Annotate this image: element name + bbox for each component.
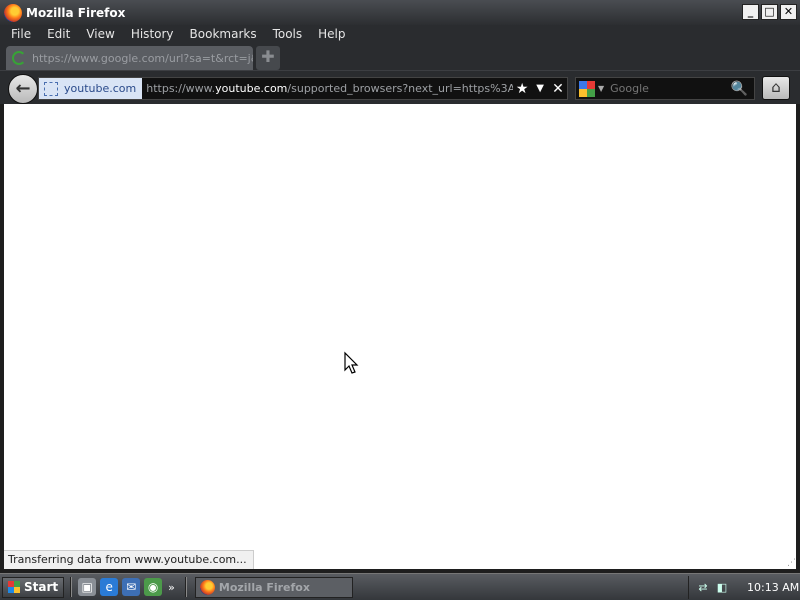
url-input[interactable]: https://www.youtube.com/supported_browse… <box>142 82 513 95</box>
start-button[interactable]: Start <box>2 576 65 598</box>
window-controls: _ □ ✕ <box>742 4 797 20</box>
title-bar[interactable]: Mozilla Firefox _ □ ✕ <box>0 0 800 25</box>
identity-label: youtube.com <box>64 82 137 95</box>
network-icon[interactable]: ⇄ <box>695 581 711 595</box>
navigation-bar: youtube.com https://www.youtube.com/supp… <box>0 70 800 104</box>
taskbar-separator <box>70 577 73 597</box>
quicklaunch-more-button[interactable]: » <box>168 581 175 594</box>
firefox-icon <box>199 579 215 595</box>
taskbar-separator <box>184 577 187 597</box>
status-bar: Transferring data from www.youtube.com..… <box>4 550 254 569</box>
search-bar[interactable]: ▼ 🔍 <box>575 77 755 100</box>
menu-edit[interactable]: Edit <box>39 27 78 41</box>
internet-explorer-icon[interactable]: e <box>100 578 119 596</box>
menu-bar: File Edit View History Bookmarks Tools H… <box>0 25 800 42</box>
back-arrow-icon: ← <box>15 78 31 99</box>
search-input[interactable] <box>610 82 731 95</box>
show-desktop-icon[interactable]: ▣ <box>78 578 97 596</box>
star-icon[interactable]: ★ <box>513 81 531 97</box>
window-title: Mozilla Firefox <box>26 5 126 20</box>
page-content[interactable] <box>4 104 796 569</box>
maximize-button[interactable]: □ <box>761 4 778 20</box>
site-identity-icon <box>44 81 58 96</box>
windows-logo-icon <box>8 581 20 593</box>
tab-title: https://www.google.com/url?sa=t&rct=j&q <box>32 51 253 65</box>
back-button[interactable]: ← <box>8 74 38 104</box>
menu-history[interactable]: History <box>123 27 182 41</box>
url-domain: youtube.com <box>215 82 288 95</box>
home-icon: ⌂ <box>771 78 781 96</box>
system-tray: ⇄ ◧ 10:13 AM <box>688 576 800 599</box>
tab-strip: https://www.google.com/url?sa=t&rct=j&q … <box>0 42 800 70</box>
google-icon[interactable] <box>579 80 595 97</box>
engine-dropdown-icon[interactable]: ▼ <box>598 84 604 93</box>
task-label: Mozilla Firefox <box>218 580 310 594</box>
loading-spinner-icon <box>12 51 26 65</box>
menu-bookmarks[interactable]: Bookmarks <box>182 27 265 41</box>
media-icon[interactable]: ◉ <box>144 578 163 596</box>
firefox-icon <box>4 3 22 22</box>
browser-tab[interactable]: https://www.google.com/url?sa=t&rct=j&q <box>6 46 253 70</box>
menu-file[interactable]: File <box>3 27 39 41</box>
menu-help[interactable]: Help <box>310 27 353 41</box>
mouse-cursor-icon <box>344 351 359 374</box>
new-tab-button[interactable]: ✚ <box>256 46 280 70</box>
stop-icon[interactable]: ✕ <box>549 81 567 97</box>
minimize-button[interactable]: _ <box>742 4 759 20</box>
site-identity-button[interactable]: youtube.com <box>39 78 143 99</box>
magnifier-icon[interactable]: 🔍 <box>731 81 748 97</box>
volume-icon[interactable]: ◧ <box>714 581 730 595</box>
outlook-icon[interactable]: ✉ <box>122 578 141 596</box>
url-bar[interactable]: youtube.com https://www.youtube.com/supp… <box>38 77 568 100</box>
dropdown-icon[interactable]: ▼ <box>531 83 549 94</box>
taskbar: Start ▣ e ✉ ◉ » Mozilla Firefox ⇄ ◧ 10:1… <box>0 573 800 600</box>
url-prefix: https://www. <box>146 82 216 95</box>
menu-view[interactable]: View <box>78 27 122 41</box>
close-button[interactable]: ✕ <box>780 4 797 20</box>
start-label: Start <box>24 580 59 594</box>
home-button[interactable]: ⌂ <box>762 76 790 100</box>
taskbar-firefox-button[interactable]: Mozilla Firefox <box>194 576 353 598</box>
clock[interactable]: 10:13 AM <box>747 581 799 594</box>
url-path: /supported_browsers?next_url=https%3A%2F… <box>287 82 514 95</box>
menu-tools[interactable]: Tools <box>265 27 311 41</box>
resize-grip-icon[interactable]: ⋰ <box>787 558 796 568</box>
